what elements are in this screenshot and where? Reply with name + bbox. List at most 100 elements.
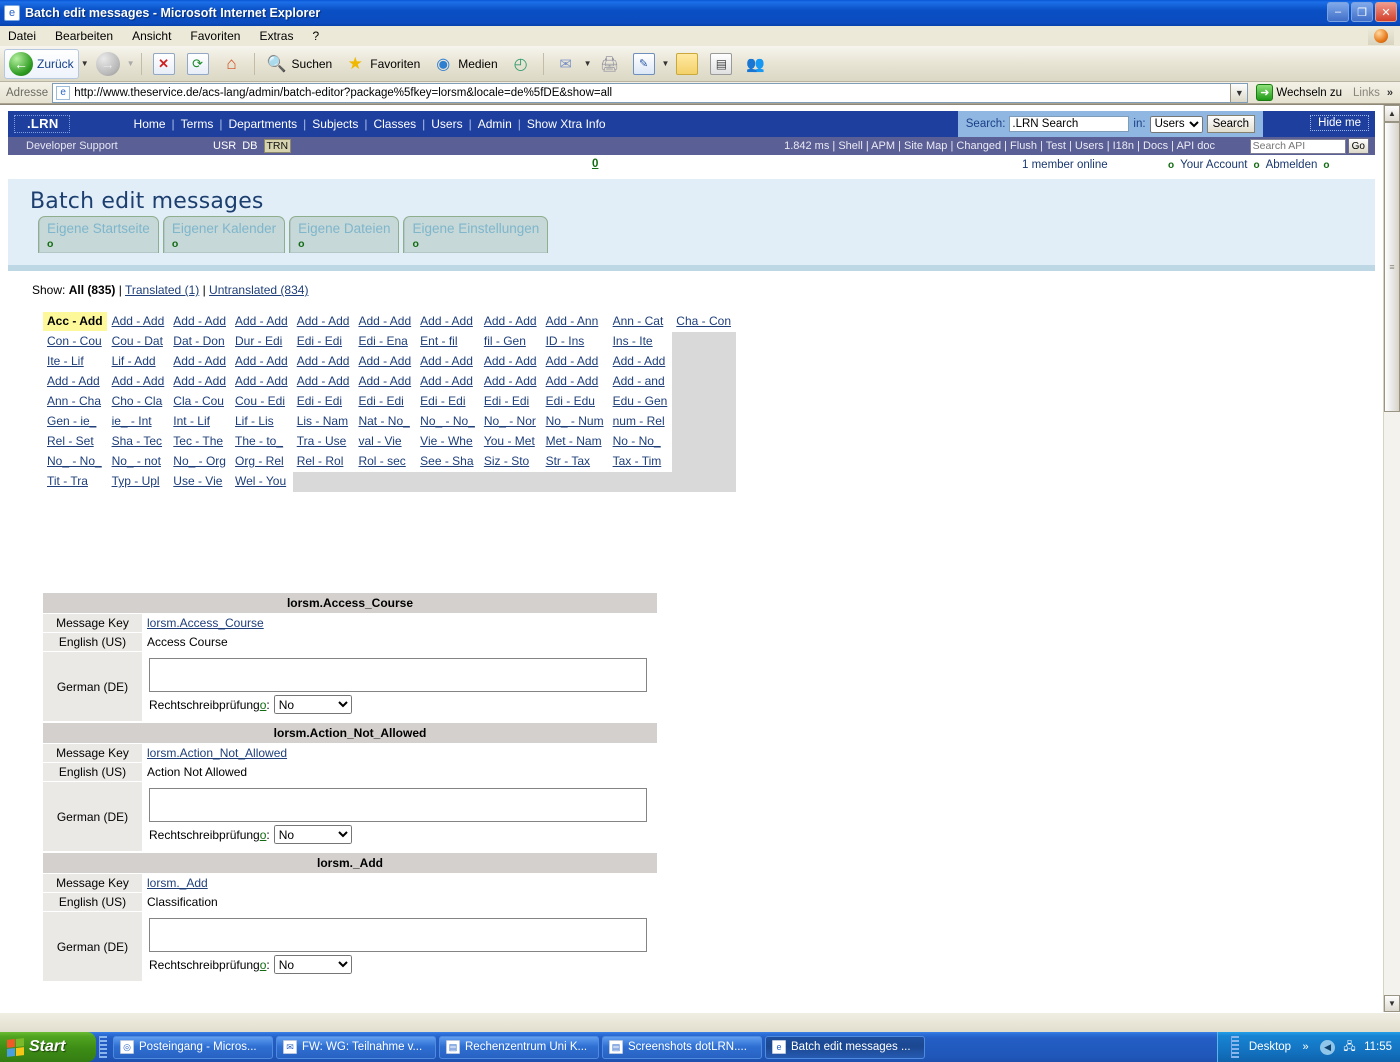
menu-item-bearbeiten[interactable]: Bearbeiten — [55, 29, 113, 43]
key-range-link[interactable]: Add - Add — [297, 374, 350, 388]
key-range-cell[interactable]: Add - Ann — [541, 312, 608, 332]
back-button[interactable]: ← Zurück — [4, 49, 79, 79]
key-range-cell[interactable]: Siz - Sto — [479, 452, 541, 472]
key-range-cell[interactable]: Lif - Lis — [231, 412, 293, 432]
api-search-input[interactable] — [1250, 139, 1346, 154]
key-range-cell[interactable]: Add - and — [608, 372, 672, 392]
key-range-link[interactable]: Vie - Whe — [420, 434, 472, 448]
key-range-cell[interactable]: Edi - Edi — [479, 392, 541, 412]
key-range-link[interactable]: You - Met — [484, 434, 535, 448]
key-range-link[interactable]: No_ - Num — [546, 414, 604, 428]
media-button[interactable]: ◉ Medien — [427, 49, 502, 79]
key-range-link[interactable]: Add - Add — [484, 374, 537, 388]
key-range-link[interactable]: num - Rel — [613, 414, 665, 428]
key-range-cell[interactable]: Add - Add — [416, 352, 480, 372]
devbar-link-flush[interactable]: Flush — [1010, 140, 1037, 152]
key-range-cell[interactable]: Ann - Cat — [608, 312, 672, 332]
key-range-cell[interactable]: Rel - Rol — [292, 452, 354, 472]
note-button[interactable] — [671, 49, 703, 79]
key-range-cell[interactable]: Met - Nam — [541, 432, 608, 452]
vertical-scrollbar[interactable]: ▲ ≡ ▼ — [1383, 105, 1400, 1012]
scroll-up-button[interactable]: ▲ — [1384, 105, 1400, 122]
key-range-link[interactable]: Edu - Gen — [613, 394, 668, 408]
key-range-link[interactable]: Edi - Edi — [420, 394, 465, 408]
key-range-cell[interactable]: Add - Add — [43, 372, 108, 392]
people-button[interactable]: 👥 — [739, 49, 771, 79]
key-range-cell[interactable]: Lis - Nam — [292, 412, 354, 432]
key-range-cell[interactable]: Edu - Gen — [608, 392, 672, 412]
key-range-link[interactable]: No - No_ — [613, 434, 661, 448]
key-range-cell[interactable]: val - Vie — [354, 432, 416, 452]
desktop-toolbar-label[interactable]: Desktop — [1249, 1041, 1291, 1053]
taskbar-button[interactable]: eBatch edit messages ... — [765, 1036, 925, 1059]
key-range-cell[interactable]: ID - Ins — [541, 332, 608, 352]
key-range-link[interactable]: Met - Nam — [546, 434, 602, 448]
key-range-link[interactable]: Sha - Tec — [112, 434, 162, 448]
key-range-cell[interactable]: Cou - Edi — [231, 392, 293, 412]
go-button[interactable]: ➜ Wechseln zu — [1252, 84, 1346, 101]
key-range-cell[interactable]: Edi - Edi — [416, 392, 480, 412]
maximize-button[interactable]: ❐ — [1351, 2, 1373, 22]
forward-dropdown-icon[interactable]: ▼ — [127, 59, 135, 68]
key-range-link[interactable]: Use - Vie — [173, 474, 222, 488]
history-button[interactable]: ◴ — [505, 49, 537, 79]
key-range-cell[interactable]: Add - Add — [231, 372, 293, 392]
key-range-link[interactable]: Rol - sec — [358, 454, 405, 468]
key-range-cell[interactable]: No - No_ — [608, 432, 672, 452]
key-range-cell[interactable]: Ann - Cha — [43, 392, 108, 412]
hide-me-button[interactable]: Hide me — [1310, 115, 1369, 131]
your-account-link[interactable]: Your Account — [1180, 159, 1247, 171]
spellcheck-select[interactable]: NoYes — [274, 695, 352, 714]
devbar-link-shell[interactable]: Shell — [838, 140, 862, 152]
menu-item-datei[interactable]: Datei — [8, 29, 36, 43]
key-range-cell[interactable]: Edi - Edu — [541, 392, 608, 412]
key-range-cell[interactable]: Cla - Cou — [169, 392, 231, 412]
key-range-cell[interactable]: Ent - fil — [416, 332, 480, 352]
key-range-link[interactable]: Add - Add — [420, 354, 473, 368]
key-range-link[interactable]: See - Sha — [420, 454, 473, 468]
key-range-link[interactable]: Tax - Tim — [613, 454, 662, 468]
key-range-cell[interactable]: Add - Add — [354, 312, 416, 332]
key-range-cell[interactable]: Use - Vie — [169, 472, 231, 492]
devbar-link-api-doc[interactable]: API doc — [1176, 140, 1215, 152]
key-range-link[interactable]: fil - Gen — [484, 334, 526, 348]
key-range-link[interactable]: Add - Add — [546, 374, 599, 388]
start-button[interactable]: Start — [0, 1032, 96, 1062]
key-range-link[interactable]: Cla - Cou — [173, 394, 224, 408]
key-range-cell[interactable]: No_ - No_ — [416, 412, 480, 432]
stop-button[interactable]: ✕ — [148, 49, 180, 79]
key-range-cell[interactable]: Add - Add — [231, 352, 293, 372]
key-range-link[interactable]: Ann - Cat — [613, 314, 664, 328]
key-range-link[interactable]: Add - Add — [173, 354, 226, 368]
key-range-link[interactable]: Add - Add — [484, 314, 537, 328]
key-range-cell[interactable]: Add - Add — [231, 312, 293, 332]
nav-item-departments[interactable]: Departments — [222, 117, 303, 131]
home-button[interactable]: ⌂ — [216, 49, 248, 79]
key-range-link[interactable]: Add - Add — [235, 374, 288, 388]
show-untranslated-link[interactable]: Untranslated (834) — [209, 283, 308, 297]
nav-item-users[interactable]: Users — [425, 117, 468, 131]
key-range-cell[interactable]: Tra - Use — [292, 432, 354, 452]
key-range-cell[interactable]: Nat - No_ — [354, 412, 416, 432]
close-button[interactable]: ✕ — [1375, 2, 1397, 22]
logout-link[interactable]: Abmelden — [1266, 159, 1318, 171]
key-range-cell[interactable]: Edi - Edi — [292, 392, 354, 412]
key-range-link[interactable]: Dat - Don — [173, 334, 224, 348]
key-range-link[interactable]: ID - Ins — [546, 334, 585, 348]
key-range-link[interactable]: Add - Ann — [546, 314, 599, 328]
key-range-link[interactable]: Lif - Add — [112, 354, 156, 368]
spellcheck-select[interactable]: NoYes — [274, 955, 352, 974]
devbar-link-apm[interactable]: APM — [871, 140, 895, 152]
key-range-cell[interactable]: Ite - Lif — [43, 352, 108, 372]
key-range-link[interactable]: Ent - fil — [420, 334, 457, 348]
key-range-cell[interactable]: Add - Add — [107, 372, 169, 392]
key-range-link[interactable]: Lif - Lis — [235, 414, 274, 428]
key-range-cell[interactable]: Add - Add — [169, 312, 231, 332]
search-button[interactable]: 🔍 Suchen — [261, 49, 338, 79]
menu-item-ansicht[interactable]: Ansicht — [132, 29, 171, 43]
key-range-link[interactable]: val - Vie — [358, 434, 401, 448]
scroll-down-button[interactable]: ▼ — [1384, 995, 1400, 1012]
taskbar-button[interactable]: ✉FW: WG: Teilnahme v... — [276, 1036, 436, 1059]
nav-item-subjects[interactable]: Subjects — [306, 117, 364, 131]
address-input[interactable]: e http://www.theservice.de/acs-lang/admi… — [52, 83, 1248, 103]
